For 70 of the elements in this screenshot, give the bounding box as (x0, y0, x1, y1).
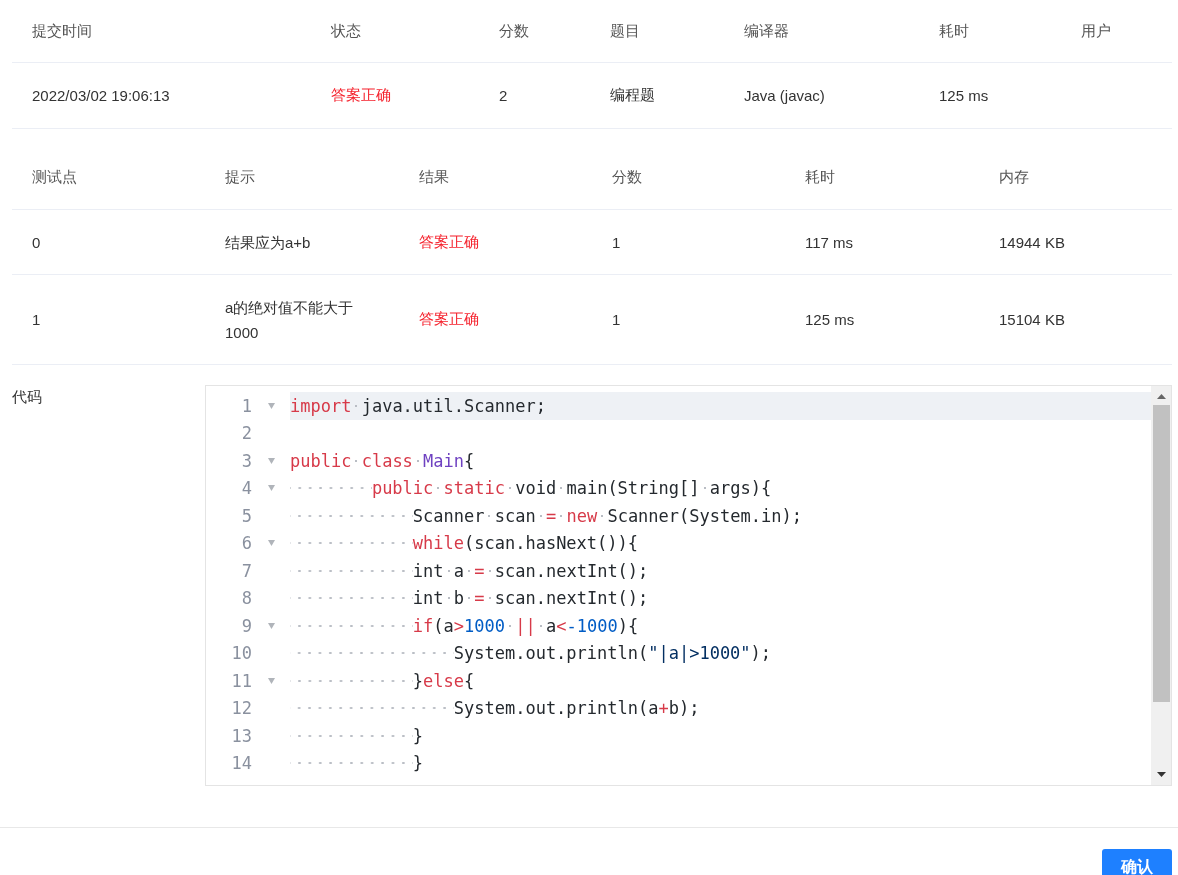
fold-arrow-icon[interactable] (267, 457, 275, 464)
line-number: 9 (240, 615, 252, 636)
code-line: } (290, 725, 424, 746)
column-header: 耗时 (938, 21, 970, 41)
code-label: 代码 (12, 387, 43, 407)
column-header: 分数 (498, 21, 530, 41)
column-header: 用户 (1080, 21, 1112, 41)
fold-arrow-icon[interactable] (267, 622, 275, 629)
code-line: if(a>1000 || a<-1000){ (290, 615, 639, 636)
table-cell-text: 14944 KB (998, 233, 1066, 251)
column-header: 提示 (224, 168, 256, 187)
line-number: 11 (230, 670, 252, 691)
table-cell-text: 125 ms (804, 311, 856, 328)
line-number: 14 (230, 753, 252, 774)
scroll-down-icon[interactable] (1156, 772, 1166, 777)
code-line: import java.util.Scanner; (290, 395, 546, 416)
line-number: 2 (240, 423, 252, 444)
line-number: 5 (240, 505, 252, 526)
column-header: 结果 (418, 168, 450, 187)
fold-arrow-icon[interactable] (267, 677, 275, 684)
scrollbar-thumb[interactable] (1152, 405, 1170, 702)
table-cell-text: 2022/03/02 19:06:13 (31, 87, 171, 104)
table-cell-text: 编程题 (609, 86, 656, 105)
scroll-up-icon[interactable] (1156, 394, 1166, 399)
code-line: System.out.println("|a|>1000"); (290, 643, 772, 664)
table-cell-text: 1 (611, 233, 622, 251)
line-number: 13 (230, 725, 252, 746)
code-line: public static void main(String[] args){ (290, 478, 772, 499)
table-cell-text: 2 (498, 87, 509, 104)
code-line: Scanner scan = new Scanner(System.in); (290, 505, 802, 526)
code-line: while(scan.hasNext()){ (290, 533, 638, 554)
column-header: 提交时间 (31, 21, 93, 41)
table-cell-text: 1 (611, 311, 622, 328)
code-line: public class Main{ (290, 450, 475, 471)
line-number: 10 (230, 643, 252, 664)
status-text: 答案正确 (330, 86, 392, 105)
column-header: 测试点 (31, 168, 78, 187)
line-number: 1 (240, 395, 252, 416)
result-text: 答案正确 (418, 232, 480, 252)
scrollbar[interactable] (1151, 386, 1171, 785)
fold-arrow-icon[interactable] (267, 485, 275, 492)
column-header: 题目 (609, 21, 641, 41)
table-cell-text: 0 (31, 233, 42, 251)
result-text: 答案正确 (418, 310, 480, 329)
line-number: 12 (230, 698, 252, 719)
table-cell-text: 15104 KB (998, 311, 1066, 328)
line-number: 4 (240, 478, 252, 499)
line-number: 8 (240, 588, 252, 609)
table-cell-text: Java (javac) (743, 87, 826, 104)
table-cell-text: 117 ms (804, 233, 855, 251)
line-number: 6 (240, 533, 252, 554)
table-cell-text: 125 ms (938, 87, 990, 104)
column-header: 状态 (330, 21, 362, 41)
column-header: 耗时 (804, 168, 836, 187)
table-cell-text: 1 (31, 311, 42, 328)
fold-arrow-icon[interactable] (267, 402, 275, 409)
column-header: 分数 (611, 168, 643, 187)
fold-arrow-icon[interactable] (267, 540, 275, 547)
code-line: int b = scan.nextInt(); (290, 588, 649, 609)
column-header: 内存 (998, 168, 1030, 187)
line-number: 3 (240, 450, 252, 471)
code-line: } (290, 753, 424, 774)
line-number: 7 (240, 560, 252, 581)
column-header: 编译器 (743, 21, 790, 41)
code-line: int a = scan.nextInt(); (290, 560, 649, 581)
code-line: System.out.println(a+b); (290, 698, 700, 719)
confirm-button[interactable]: 确认 (1102, 849, 1172, 875)
table-cell-text: 结果应为a+b (224, 232, 312, 253)
table-cell-text: a的绝对值不能大于1000 (224, 297, 355, 343)
code-line: }else{ (290, 670, 475, 691)
